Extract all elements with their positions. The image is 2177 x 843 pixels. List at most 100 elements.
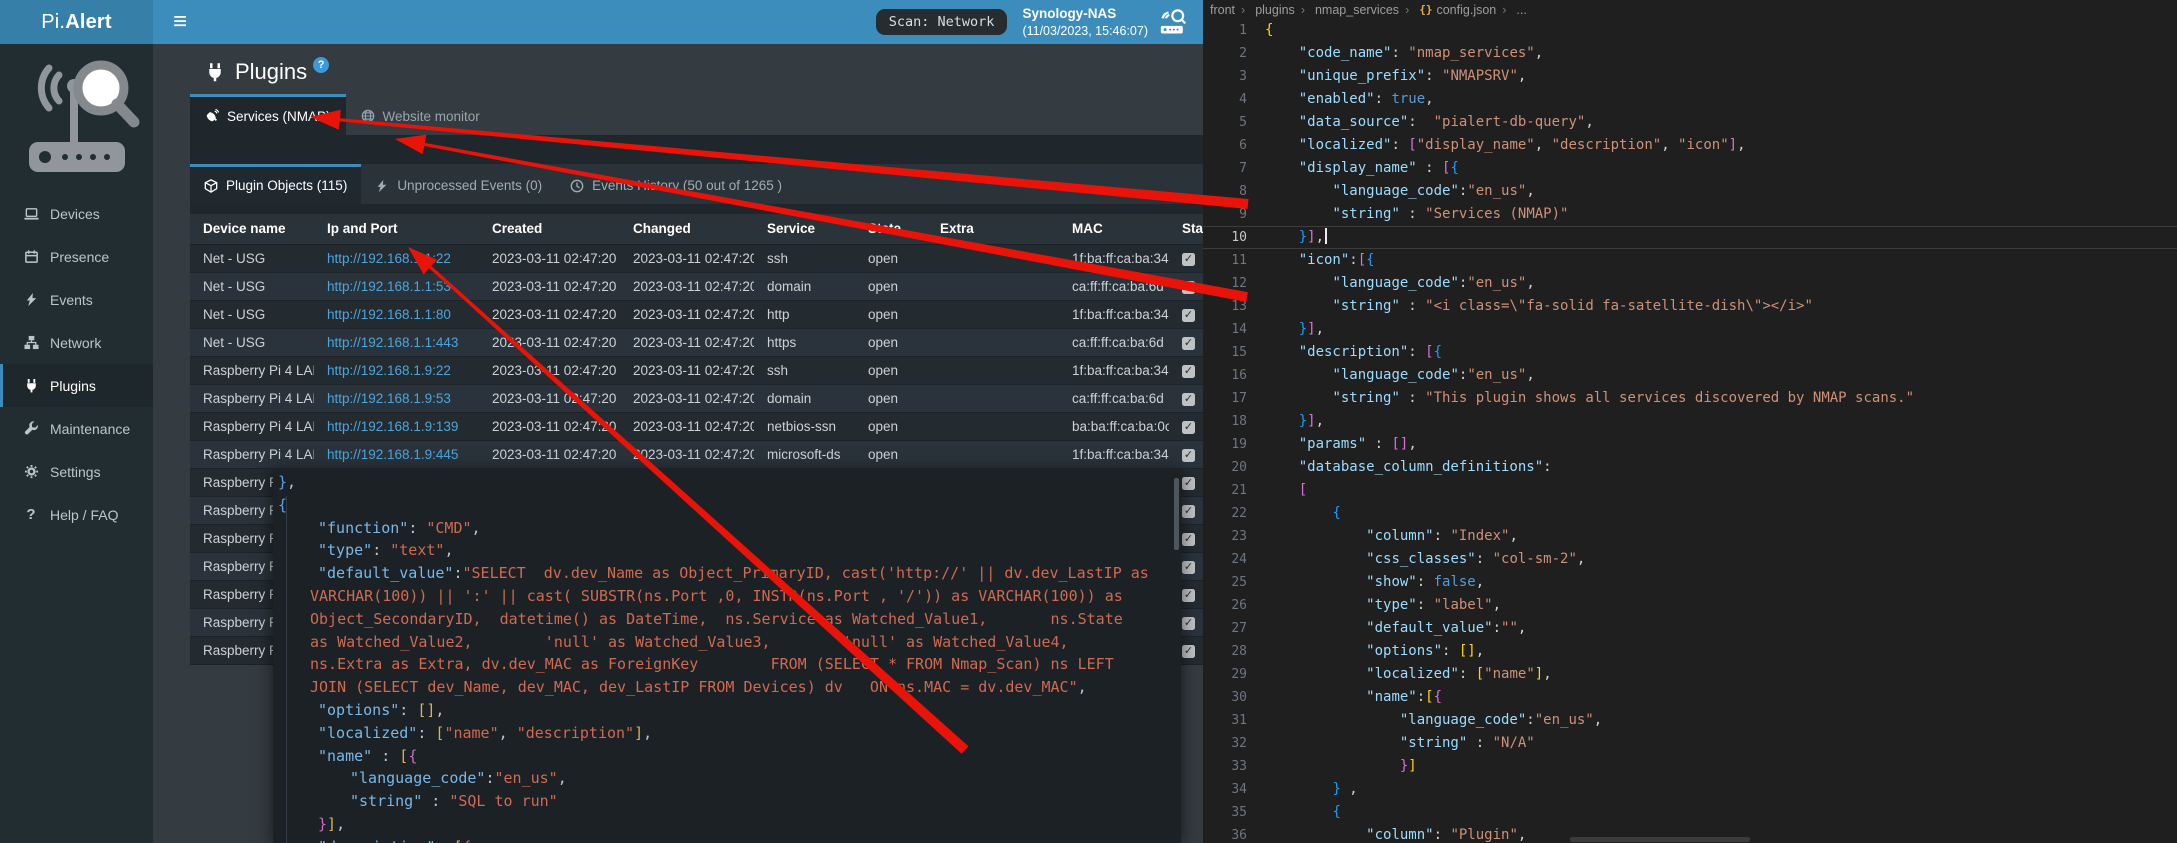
line-number[interactable]: 34 xyxy=(1203,778,1247,801)
sidebar-item-presence[interactable]: Presence xyxy=(0,235,153,278)
line-number[interactable]: 22 xyxy=(1203,502,1247,525)
column-header[interactable]: Extra xyxy=(927,214,1059,244)
status-checkbox[interactable]: ✓ xyxy=(1182,645,1195,658)
line-number[interactable]: 19 xyxy=(1203,433,1247,456)
status-checkbox[interactable]: ✓ xyxy=(1182,309,1195,322)
ip-port-link[interactable]: http://192.168.1.1:53 xyxy=(327,279,451,294)
line-number[interactable]: 20 xyxy=(1203,456,1247,479)
line-number[interactable]: 23 xyxy=(1203,525,1247,548)
table-row[interactable]: Net - USG http://192.168.1.1:443 2023-03… xyxy=(190,328,1203,356)
sidebar-item-maintenance[interactable]: Maintenance xyxy=(0,407,153,450)
status-checkbox[interactable]: ✓ xyxy=(1182,253,1195,266)
table-row[interactable]: Raspberry Pi 4 LAN http://192.168.1.9:53… xyxy=(190,384,1203,412)
table-row[interactable]: Net - USG http://192.168.1.1:53 2023-03-… xyxy=(190,272,1203,300)
tab-website-monitor[interactable]: Website monitor xyxy=(346,94,495,135)
column-header[interactable]: Device name xyxy=(190,214,314,244)
menu-toggle-button[interactable]: ≡ xyxy=(153,0,207,44)
breadcrumb-item[interactable]: {} nmap_services xyxy=(1295,3,1399,17)
line-number[interactable]: 29 xyxy=(1203,663,1247,686)
sidebar-item-network[interactable]: Network xyxy=(0,321,153,364)
editor-horizontal-scrollbar[interactable] xyxy=(1570,837,1750,842)
line-number[interactable]: 1 xyxy=(1203,19,1247,42)
overlay-scrollbar[interactable] xyxy=(1174,478,1179,550)
breadcrumb-item[interactable]: {} front xyxy=(1210,3,1235,17)
breadcrumb-item[interactable]: {} ... xyxy=(1496,3,1527,17)
status-checkbox[interactable]: ✓ xyxy=(1182,281,1195,294)
breadcrumb-item[interactable]: {} config.json xyxy=(1399,3,1496,17)
line-number[interactable]: 7 xyxy=(1203,157,1247,180)
ip-port-link[interactable]: http://192.168.1.1:80 xyxy=(327,307,451,322)
column-header[interactable]: MAC xyxy=(1059,214,1169,244)
table-row[interactable]: Net - USG http://192.168.1.1:22 2023-03-… xyxy=(190,244,1203,272)
code-editor[interactable]: {} front {} plugins {} nmap_services {} … xyxy=(1203,0,2177,843)
sidebar-item-settings[interactable]: Settings xyxy=(0,450,153,493)
line-number[interactable]: 32 xyxy=(1203,732,1247,755)
line-number[interactable]: 16 xyxy=(1203,364,1247,387)
line-number[interactable]: 30 xyxy=(1203,686,1247,709)
status-checkbox[interactable]: ✓ xyxy=(1182,589,1195,602)
tab-events-history[interactable]: Events History (50 out of 1265 ) xyxy=(556,164,796,204)
line-number[interactable]: 10 xyxy=(1203,226,1247,249)
sidebar-item-help[interactable]: ? Help / FAQ xyxy=(0,493,153,536)
ip-port-link[interactable]: http://192.168.1.1:443 xyxy=(327,335,458,350)
ip-port-link[interactable]: http://192.168.1.9:22 xyxy=(327,363,451,378)
sidebar-item-devices[interactable]: Devices xyxy=(0,192,153,235)
line-number[interactable]: 13 xyxy=(1203,295,1247,318)
line-number[interactable]: 24 xyxy=(1203,548,1247,571)
line-number[interactable]: 4 xyxy=(1203,88,1247,111)
line-number[interactable]: 12 xyxy=(1203,272,1247,295)
ip-port-link[interactable]: http://192.168.1.9:53 xyxy=(327,391,451,406)
tab-services-nmap[interactable]: Services (NMAP) xyxy=(190,94,346,135)
status-checkbox[interactable]: ✓ xyxy=(1182,421,1195,434)
status-checkbox[interactable]: ✓ xyxy=(1182,561,1195,574)
status-checkbox[interactable]: ✓ xyxy=(1182,449,1195,462)
status-checkbox[interactable]: ✓ xyxy=(1182,617,1195,630)
status-checkbox[interactable]: ✓ xyxy=(1182,393,1195,406)
sidebar-item-events[interactable]: Events xyxy=(0,278,153,321)
line-number[interactable]: 5 xyxy=(1203,111,1247,134)
line-number[interactable]: 21 xyxy=(1203,479,1247,502)
column-header[interactable]: Status xyxy=(1169,214,1203,244)
line-number[interactable]: 28 xyxy=(1203,640,1247,663)
breadcrumb-item[interactable]: {} plugins xyxy=(1235,3,1295,17)
column-header[interactable]: Ip and Port xyxy=(314,214,479,244)
line-number[interactable]: 25 xyxy=(1203,571,1247,594)
brand-logo[interactable]: Pi.Alert xyxy=(0,0,153,44)
ip-port-link[interactable]: http://192.168.1.9:445 xyxy=(327,447,458,462)
line-number[interactable]: 27 xyxy=(1203,617,1247,640)
line-number[interactable]: 15 xyxy=(1203,341,1247,364)
line-number[interactable]: 33 xyxy=(1203,755,1247,778)
line-number[interactable]: 8 xyxy=(1203,180,1247,203)
sidebar-item-plugins[interactable]: Plugins xyxy=(0,364,153,407)
line-number[interactable]: 31 xyxy=(1203,709,1247,732)
line-number[interactable]: 14 xyxy=(1203,318,1247,341)
table-row[interactable]: Raspberry Pi 4 LAN http://192.168.1.9:44… xyxy=(190,440,1203,468)
ip-port-link[interactable]: http://192.168.1.9:139 xyxy=(327,419,458,434)
line-number[interactable]: 26 xyxy=(1203,594,1247,617)
table-row[interactable]: Raspberry Pi 4 LAN http://192.168.1.9:13… xyxy=(190,412,1203,440)
line-number[interactable]: 36 xyxy=(1203,824,1247,843)
status-checkbox[interactable]: ✓ xyxy=(1182,365,1195,378)
line-number[interactable]: 3 xyxy=(1203,65,1247,88)
line-number[interactable]: 17 xyxy=(1203,387,1247,410)
status-checkbox[interactable]: ✓ xyxy=(1182,477,1195,490)
line-number[interactable]: 18 xyxy=(1203,410,1247,433)
column-header[interactable]: Changed xyxy=(620,214,754,244)
line-number[interactable]: 9 xyxy=(1203,203,1247,226)
help-badge[interactable]: ? xyxy=(313,57,329,73)
line-number[interactable]: 35 xyxy=(1203,801,1247,824)
line-number[interactable]: 2 xyxy=(1203,42,1247,65)
table-row[interactable]: Raspberry Pi 4 LAN http://192.168.1.9:22… xyxy=(190,356,1203,384)
tab-plugin-objects[interactable]: Plugin Objects (115) xyxy=(190,164,361,204)
ip-port-link[interactable]: http://192.168.1.1:22 xyxy=(327,251,451,266)
column-header[interactable]: Created xyxy=(479,214,620,244)
table-row[interactable]: Net - USG http://192.168.1.1:80 2023-03-… xyxy=(190,300,1203,328)
status-checkbox[interactable]: ✓ xyxy=(1182,533,1195,546)
line-number[interactable]: 11 xyxy=(1203,249,1247,272)
editor-lines[interactable]: 1 { 2 "code_name": "nmap_services", 3 "u… xyxy=(1203,19,2177,843)
tab-unprocessed-events[interactable]: Unprocessed Events (0) xyxy=(361,164,556,204)
status-checkbox[interactable]: ✓ xyxy=(1182,337,1195,350)
column-header[interactable]: Service xyxy=(754,214,855,244)
status-checkbox[interactable]: ✓ xyxy=(1182,505,1195,518)
line-number[interactable]: 6 xyxy=(1203,134,1247,157)
